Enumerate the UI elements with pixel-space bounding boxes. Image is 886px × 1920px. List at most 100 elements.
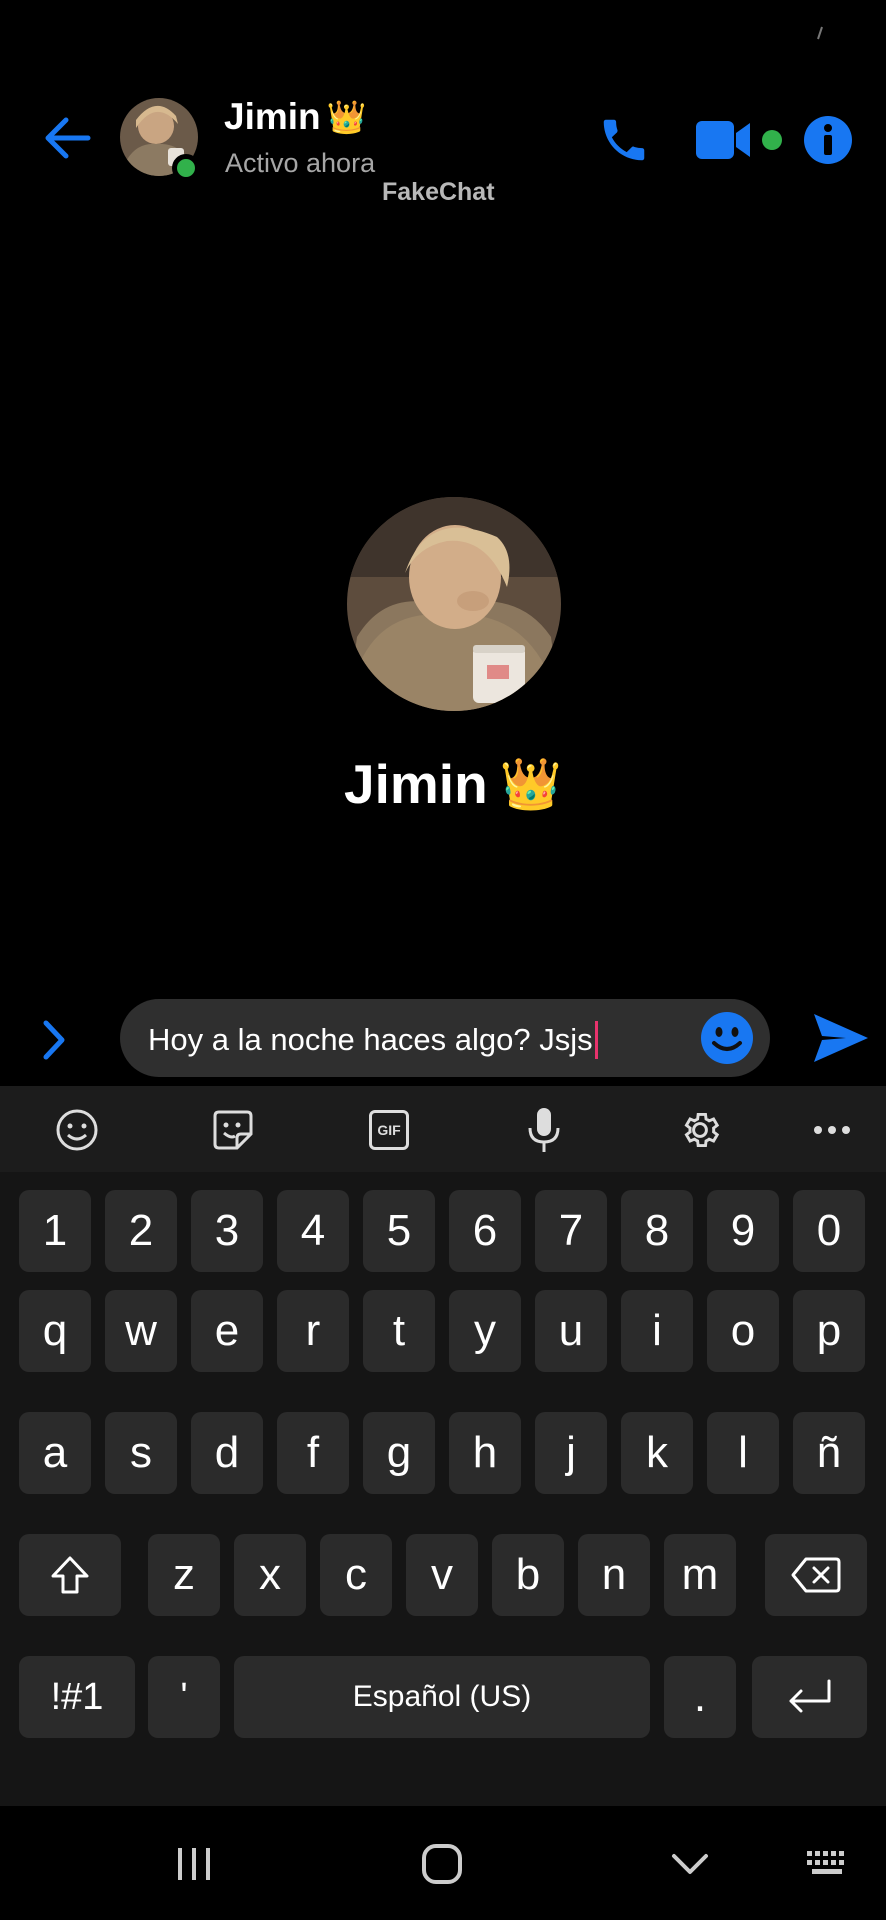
key-4[interactable]: 4 bbox=[277, 1190, 349, 1272]
keyboard-emoji-button[interactable] bbox=[53, 1106, 101, 1154]
microphone-icon bbox=[528, 1108, 560, 1152]
key-7[interactable]: 7 bbox=[535, 1190, 607, 1272]
key-y[interactable]: y bbox=[449, 1290, 521, 1372]
text-caret bbox=[594, 1021, 598, 1059]
key-a[interactable]: a bbox=[19, 1412, 91, 1494]
app-watermark: FakeChat bbox=[382, 178, 495, 206]
emoji-icon bbox=[56, 1109, 98, 1151]
profile-name-text: Jimin bbox=[344, 753, 488, 815]
profile-photo[interactable] bbox=[347, 497, 561, 711]
enter-key[interactable] bbox=[752, 1656, 867, 1738]
key-f[interactable]: f bbox=[277, 1412, 349, 1494]
crown-emoji: 👑 bbox=[499, 755, 562, 812]
key-0[interactable]: 0 bbox=[793, 1190, 865, 1272]
key-u[interactable]: u bbox=[535, 1290, 607, 1372]
keyboard-icon bbox=[807, 1851, 844, 1874]
keyboard-sticker-button[interactable] bbox=[209, 1106, 257, 1154]
keyboard-switch-button[interactable] bbox=[788, 1834, 868, 1894]
message-text: Hoy a la noche haces algo? Jsjs bbox=[148, 1021, 598, 1059]
key-c[interactable]: c bbox=[320, 1534, 392, 1616]
key-m[interactable]: m bbox=[664, 1534, 736, 1616]
send-arrow-icon bbox=[814, 1014, 868, 1062]
key-6[interactable]: 6 bbox=[449, 1190, 521, 1272]
online-indicator bbox=[172, 154, 200, 182]
key-n-tilde[interactable]: ñ bbox=[793, 1412, 865, 1494]
gif-label: GIF bbox=[377, 1122, 401, 1138]
key-d[interactable]: d bbox=[191, 1412, 263, 1494]
key-3[interactable]: 3 bbox=[191, 1190, 263, 1272]
emoji-button[interactable] bbox=[700, 1011, 754, 1065]
home-button[interactable] bbox=[402, 1834, 482, 1894]
key-k[interactable]: k bbox=[621, 1412, 693, 1494]
key-p[interactable]: p bbox=[793, 1290, 865, 1372]
arrow-left-icon bbox=[45, 117, 91, 159]
contact-name-text: Jimin bbox=[224, 96, 321, 137]
key-v[interactable]: v bbox=[406, 1534, 478, 1616]
key-h[interactable]: h bbox=[449, 1412, 521, 1494]
key-i[interactable]: i bbox=[621, 1290, 693, 1372]
key-1[interactable]: 1 bbox=[19, 1190, 91, 1272]
phone-icon bbox=[603, 119, 645, 161]
shift-icon bbox=[51, 1556, 89, 1594]
key-b[interactable]: b bbox=[492, 1534, 564, 1616]
send-button[interactable] bbox=[812, 1012, 872, 1066]
key-r[interactable]: r bbox=[277, 1290, 349, 1372]
shift-key[interactable] bbox=[19, 1534, 121, 1616]
key-z[interactable]: z bbox=[148, 1534, 220, 1616]
keyboard: GIF 1 2 3 4 5 6 7 8 9 0 q w e r t y u i … bbox=[0, 1086, 886, 1806]
key-9[interactable]: 9 bbox=[707, 1190, 779, 1272]
space-key[interactable]: Español (US) bbox=[234, 1656, 650, 1738]
profile-photo-image bbox=[347, 497, 561, 711]
key-5[interactable]: 5 bbox=[363, 1190, 435, 1272]
key-g[interactable]: g bbox=[363, 1412, 435, 1494]
key-j[interactable]: j bbox=[535, 1412, 607, 1494]
expand-actions-button[interactable] bbox=[30, 1012, 78, 1068]
key-8[interactable]: 8 bbox=[621, 1190, 693, 1272]
smiley-icon bbox=[701, 1012, 753, 1064]
video-online-dot bbox=[762, 130, 782, 150]
contact-name[interactable]: Jimin 👑 bbox=[224, 96, 366, 138]
key-o[interactable]: o bbox=[707, 1290, 779, 1372]
voice-call-button[interactable] bbox=[592, 108, 656, 172]
key-e[interactable]: e bbox=[191, 1290, 263, 1372]
sticker-icon bbox=[213, 1110, 253, 1150]
keyboard-gif-button[interactable]: GIF bbox=[365, 1106, 413, 1154]
back-button[interactable] bbox=[38, 108, 98, 168]
chevron-down-icon bbox=[672, 1854, 708, 1874]
system-nav-bar bbox=[0, 1806, 886, 1920]
info-button[interactable] bbox=[800, 112, 856, 168]
settings-icon bbox=[684, 1112, 720, 1148]
message-value: Hoy a la noche haces algo? Jsjs bbox=[148, 1022, 593, 1057]
video-call-button[interactable] bbox=[696, 112, 786, 168]
key-x[interactable]: x bbox=[234, 1534, 306, 1616]
key-w[interactable]: w bbox=[105, 1290, 177, 1372]
key-t[interactable]: t bbox=[363, 1290, 435, 1372]
keyboard-more-button[interactable] bbox=[808, 1106, 856, 1154]
key-n[interactable]: n bbox=[578, 1534, 650, 1616]
keyboard-voice-button[interactable] bbox=[520, 1106, 568, 1154]
apostrophe-key[interactable]: ' bbox=[148, 1656, 220, 1738]
recent-apps-icon bbox=[178, 1848, 210, 1880]
hide-keyboard-button[interactable] bbox=[650, 1834, 730, 1894]
period-key[interactable]: . bbox=[664, 1656, 736, 1738]
keyboard-toolbar: GIF bbox=[0, 1086, 886, 1172]
chat-header: Jimin 👑 Activo ahora FakeChat bbox=[0, 90, 886, 206]
key-2[interactable]: 2 bbox=[105, 1190, 177, 1272]
contact-status: Activo ahora bbox=[225, 148, 376, 178]
info-icon bbox=[804, 116, 852, 164]
more-icon bbox=[814, 1126, 850, 1134]
key-q[interactable]: q bbox=[19, 1290, 91, 1372]
key-s[interactable]: s bbox=[105, 1412, 177, 1494]
chevron-right-icon bbox=[43, 1020, 65, 1060]
keyboard-settings-button[interactable] bbox=[676, 1106, 724, 1154]
backspace-icon bbox=[791, 1557, 841, 1593]
profile-name: Jimin 👑 bbox=[0, 752, 886, 816]
backspace-key[interactable] bbox=[765, 1534, 867, 1616]
recent-apps-button[interactable] bbox=[154, 1834, 234, 1894]
video-camera-icon bbox=[696, 121, 750, 159]
enter-icon bbox=[789, 1679, 830, 1713]
gif-icon: GIF bbox=[369, 1110, 409, 1150]
message-input[interactable]: Hoy a la noche haces algo? Jsjs bbox=[120, 999, 770, 1077]
symbols-key[interactable]: !#1 bbox=[19, 1656, 135, 1738]
key-l[interactable]: l bbox=[707, 1412, 779, 1494]
